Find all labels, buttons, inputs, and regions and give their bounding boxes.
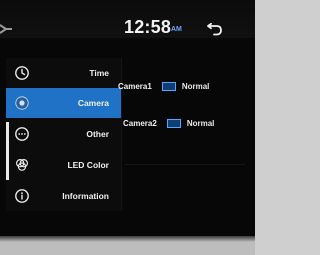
camera-name: Camera2 — [123, 118, 157, 128]
sidebar-scrollbar[interactable] — [6, 122, 9, 180]
sidebar-item-led-color[interactable]: LED Color — [6, 150, 121, 180]
camera-row[interactable]: Camera1 Normal — [118, 77, 246, 95]
clock-ampm: AM — [171, 26, 182, 33]
camera-icon — [14, 95, 30, 111]
sidebar-item-label: LED Color — [67, 160, 109, 170]
partial-icon — [0, 24, 12, 34]
info-icon — [14, 188, 30, 204]
sidebar-item-label: Other — [86, 129, 109, 139]
sidebar-item-label: Information — [62, 191, 109, 201]
status-bar: 12:58 AM — [0, 0, 255, 38]
camera-mode-icon — [166, 118, 181, 128]
back-arrow-icon — [207, 23, 222, 36]
device-screen: 12:58 AM Time Camera Other LED Color Inf… — [0, 0, 255, 255]
settings-sidebar: Time Camera Other LED Color Information — [6, 58, 122, 211]
sidebar-item-camera[interactable]: Camera — [6, 88, 121, 118]
camera-row[interactable]: Camera2 Normal — [123, 114, 251, 132]
sidebar-item-other[interactable]: Other — [6, 119, 121, 149]
clock-time: 12:58 — [124, 17, 172, 37]
sidebar-item-information[interactable]: Information — [6, 181, 121, 211]
color-circles-icon — [14, 157, 30, 173]
device-bezel — [0, 236, 255, 255]
sidebar-item-time[interactable]: Time — [6, 58, 121, 88]
more-dots-icon — [14, 126, 30, 142]
camera-mode-icon — [161, 81, 176, 91]
sidebar-item-label: Camera — [77, 98, 109, 108]
back-button[interactable] — [203, 20, 225, 40]
camera-name: Camera1 — [118, 81, 152, 91]
sidebar-item-label: Time — [89, 68, 109, 78]
clock-icon — [14, 65, 30, 81]
camera-mode: Normal — [186, 118, 215, 128]
row-divider — [125, 164, 245, 165]
camera-mode: Normal — [181, 81, 210, 91]
